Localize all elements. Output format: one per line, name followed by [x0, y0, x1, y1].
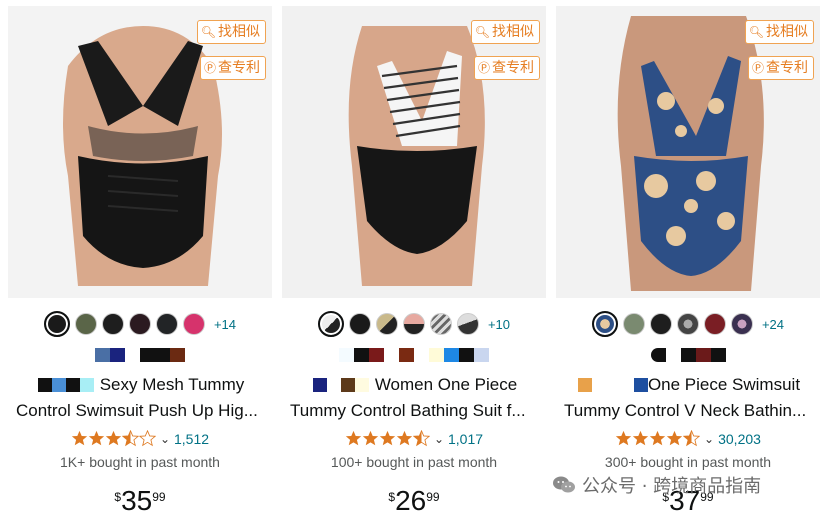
color-swatch[interactable]	[101, 313, 124, 335]
chevron-down-icon[interactable]: ⌄	[704, 432, 714, 446]
product-card[interactable]: 🔍︎ 找相似 Ⓟ 查专利 +10 Women One Piece Tummy C…	[282, 0, 546, 516]
color-swatch[interactable]	[676, 313, 699, 335]
color-swatch[interactable]	[155, 313, 178, 335]
star-full-icon	[105, 430, 122, 446]
star-full-icon	[615, 430, 632, 446]
color-swatch[interactable]	[429, 313, 452, 335]
star-full-icon	[649, 430, 666, 446]
product-card[interactable]: 🔍︎ 找相似 Ⓟ 查专利 +14 Sexy Mesh Tummy Control…	[8, 0, 272, 516]
chevron-down-icon[interactable]: ⌄	[434, 432, 444, 446]
swimsuit-floral-image	[556, 6, 820, 298]
color-swatch[interactable]	[591, 311, 618, 337]
find-similar-button[interactable]: 🔍︎ 找相似	[470, 20, 540, 44]
star-rating[interactable]	[615, 430, 701, 447]
more-colors-link[interactable]: +14	[214, 317, 236, 332]
price: $35 99	[114, 485, 166, 516]
watermark: 公众号 · 跨境商品指南	[552, 470, 761, 500]
star-full-icon	[632, 430, 649, 446]
color-swatch[interactable]	[74, 313, 97, 335]
search-icon: 🔍︎	[474, 25, 490, 39]
bought-count: 1K+ bought in past month	[60, 454, 220, 470]
product-image[interactable]: 🔍︎ 找相似 Ⓟ 查专利	[556, 6, 820, 298]
product-image[interactable]: 🔍︎ 找相似 Ⓟ 查专利	[8, 6, 272, 298]
rating-row: ⌄ 1,017	[282, 430, 546, 447]
color-swatch[interactable]	[649, 313, 672, 335]
rating-row: ⌄ 1,512	[8, 430, 272, 447]
check-patent-button[interactable]: Ⓟ 查专利	[473, 56, 540, 80]
more-colors-link[interactable]: +10	[488, 317, 510, 332]
swimsuit-striped-wrap-image	[282, 6, 546, 298]
patent-icon: Ⓟ	[477, 61, 490, 75]
product-image[interactable]: 🔍︎ 找相似 Ⓟ 查专利	[282, 6, 546, 298]
star-full-icon	[362, 430, 379, 446]
star-full-icon	[71, 430, 88, 446]
product-card[interactable]: 🔍︎ 找相似 Ⓟ 查专利 +24 One Piece Swimsuit Tumm…	[556, 0, 820, 516]
product-title[interactable]: Women One Piece Tummy Control Bathing Su…	[290, 372, 540, 424]
product-grid: 🔍︎ 找相似 Ⓟ 查专利 +14 Sexy Mesh Tummy Control…	[0, 0, 830, 516]
redacted-blocks	[556, 348, 820, 362]
color-swatch[interactable]	[128, 313, 151, 335]
redacted-blocks	[8, 348, 272, 362]
star-full-icon	[345, 430, 362, 446]
color-swatches: +24	[556, 311, 820, 337]
swimsuit-black-mesh-image	[8, 6, 272, 298]
star-half-icon	[412, 430, 430, 447]
search-icon: 🔍︎	[200, 25, 216, 39]
check-patent-button[interactable]: Ⓟ 查专利	[199, 56, 266, 80]
color-swatch[interactable]	[182, 313, 205, 335]
color-swatch[interactable]	[375, 313, 398, 335]
review-count-link[interactable]: 1,512	[174, 431, 209, 447]
color-swatches: +10	[282, 311, 546, 337]
color-swatch[interactable]	[730, 313, 753, 335]
more-colors-link[interactable]: +24	[762, 317, 784, 332]
search-icon: 🔍︎	[748, 25, 764, 39]
color-swatches: +14	[8, 311, 272, 337]
check-patent-button[interactable]: Ⓟ 查专利	[747, 56, 814, 80]
star-rating[interactable]	[71, 430, 156, 447]
color-swatch[interactable]	[622, 313, 645, 335]
patent-icon: Ⓟ	[751, 61, 764, 75]
color-swatch[interactable]	[456, 313, 479, 335]
color-swatch[interactable]	[703, 313, 726, 335]
review-count-link[interactable]: 1,017	[448, 431, 483, 447]
wechat-icon	[553, 476, 575, 493]
star-full-icon	[666, 430, 683, 446]
color-swatch[interactable]	[348, 313, 371, 335]
bought-count: 100+ bought in past month	[330, 454, 498, 470]
star-half-icon	[683, 430, 701, 447]
color-swatch[interactable]	[317, 311, 344, 337]
rating-row: ⌄ 30,203	[556, 430, 820, 447]
star-rating[interactable]	[345, 430, 430, 447]
price: $26 99	[388, 485, 440, 516]
product-title[interactable]: Sexy Mesh Tummy Control Swimsuit Push Up…	[16, 372, 266, 424]
color-swatch[interactable]	[43, 311, 70, 337]
find-similar-button[interactable]: 🔍︎ 找相似	[744, 20, 814, 44]
chevron-down-icon[interactable]: ⌄	[160, 432, 170, 446]
review-count-link[interactable]: 30,203	[718, 431, 761, 447]
product-title[interactable]: One Piece Swimsuit Tummy Control V Neck …	[564, 372, 814, 424]
star-half-icon	[121, 430, 139, 447]
star-full-icon	[88, 430, 105, 446]
color-swatch[interactable]	[402, 313, 425, 335]
star-full-icon	[379, 430, 396, 446]
redacted-blocks	[282, 348, 546, 362]
bought-count: 300+ bought in past month	[604, 454, 772, 470]
patent-icon: Ⓟ	[203, 61, 216, 75]
find-similar-button[interactable]: 🔍︎ 找相似	[196, 20, 266, 44]
star-full-icon	[396, 430, 413, 446]
star-empty-icon	[138, 430, 156, 447]
